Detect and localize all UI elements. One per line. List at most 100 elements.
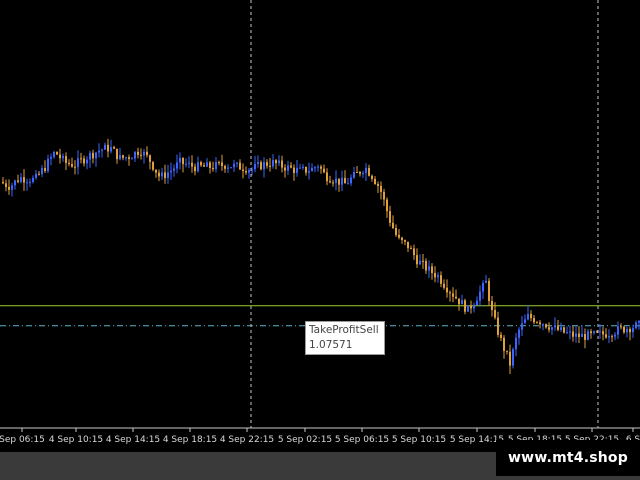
candle-body <box>617 326 619 335</box>
candle-body <box>548 327 550 330</box>
candle-body <box>92 152 94 159</box>
candle-body <box>20 177 22 182</box>
time-tick-label: 5 Sep 06:15 <box>335 435 389 445</box>
candle-body <box>629 329 631 333</box>
time-tick-label: 4 Sep 14:15 <box>106 435 160 445</box>
candle-body <box>497 317 499 335</box>
candle-body <box>593 331 595 334</box>
candle-body <box>254 164 256 170</box>
candle-body <box>341 177 343 185</box>
candle-body <box>305 166 307 173</box>
candle-body <box>449 292 451 294</box>
candle-body <box>425 260 427 271</box>
candle-body <box>143 151 145 156</box>
candle-body <box>197 162 199 172</box>
tooltip-value: 1.07571 <box>309 339 353 351</box>
candle-body <box>590 331 592 334</box>
candle-body <box>365 167 367 173</box>
candle-body <box>422 260 424 262</box>
candle-body <box>167 172 169 179</box>
candle-body <box>437 275 439 278</box>
candle-body <box>533 318 535 323</box>
candle-body <box>419 260 421 265</box>
candle-body <box>176 162 178 169</box>
candle-body <box>575 333 577 337</box>
candle-body <box>59 154 61 159</box>
candle-body <box>290 165 292 168</box>
candle-body <box>86 159 88 164</box>
candle-body <box>104 144 106 150</box>
candle-body <box>572 331 574 337</box>
candle-body <box>272 160 274 167</box>
candle-body <box>551 327 553 330</box>
candle-body <box>338 178 340 185</box>
candle-body <box>125 157 127 159</box>
candle-body <box>266 162 268 166</box>
candle-body <box>392 222 394 229</box>
candle-body <box>308 171 310 173</box>
candle-body <box>65 156 67 163</box>
candle-body <box>164 172 166 179</box>
candle-body <box>512 349 514 366</box>
candle-body <box>230 167 232 169</box>
candle-body <box>74 166 76 168</box>
candle-body <box>416 255 418 265</box>
time-tick-label: 4 Sep 22:15 <box>220 435 274 445</box>
candle-body <box>614 334 616 337</box>
candle-body <box>194 166 196 172</box>
candle-body <box>113 147 115 149</box>
candle-body <box>536 322 538 324</box>
candle-body <box>398 234 400 238</box>
candle-body <box>605 334 607 338</box>
candle-body <box>488 280 490 302</box>
chart-window[interactable]: Sep 06:15 4 Sep 10:15 4 Sep 14:15 4 Sep 18:… <box>0 0 640 452</box>
time-tick-label: Sep 06:15 <box>0 435 45 445</box>
grid-layer <box>250 0 599 428</box>
candle-body <box>350 177 352 184</box>
candle-body <box>314 167 316 169</box>
candle-body <box>596 331 598 333</box>
candle-body <box>560 327 562 330</box>
candle-body <box>122 155 124 158</box>
candle-body <box>185 163 187 165</box>
candle-body <box>155 169 157 173</box>
watermark-logo: www.mt4.shop <box>496 440 640 476</box>
candle-body <box>386 199 388 212</box>
candle-body <box>326 172 328 182</box>
candle-body <box>11 185 13 190</box>
candle-body <box>626 329 628 333</box>
candle-body <box>404 240 406 242</box>
candle-body <box>77 158 79 167</box>
time-tick-label: 5 Sep 10:15 <box>392 435 446 445</box>
candle-body <box>224 166 226 169</box>
candle-body <box>56 151 58 155</box>
candle-body <box>71 163 73 167</box>
candle-body <box>287 165 289 171</box>
candle-body <box>485 280 487 283</box>
candle-body <box>128 157 130 160</box>
candle-body <box>554 325 556 328</box>
candle-body <box>8 186 10 190</box>
candle-body <box>32 177 34 183</box>
candle-body <box>227 167 229 169</box>
candle-body <box>320 166 322 169</box>
candle-body <box>149 155 151 162</box>
candle-body <box>377 184 379 186</box>
price-chart[interactable]: Sep 06:15 4 Sep 10:15 4 Sep 14:15 4 Sep 18:… <box>0 0 640 452</box>
candle-body <box>200 162 202 166</box>
time-tick-label: 5 Sep 02:15 <box>278 435 332 445</box>
candle-body <box>344 177 346 184</box>
candle-body <box>134 151 136 159</box>
candle-body <box>401 237 403 241</box>
candle-body <box>29 182 31 184</box>
candle-body <box>371 175 373 179</box>
candle-body <box>620 326 622 328</box>
tooltip-title: TakeProfitSell <box>309 324 379 336</box>
candle-body <box>374 178 376 185</box>
candle-body <box>203 165 205 167</box>
candle-body <box>482 282 484 292</box>
candle-body <box>221 162 223 167</box>
candle-body <box>2 181 4 184</box>
candle-body <box>14 180 16 186</box>
candle-body <box>275 160 277 164</box>
